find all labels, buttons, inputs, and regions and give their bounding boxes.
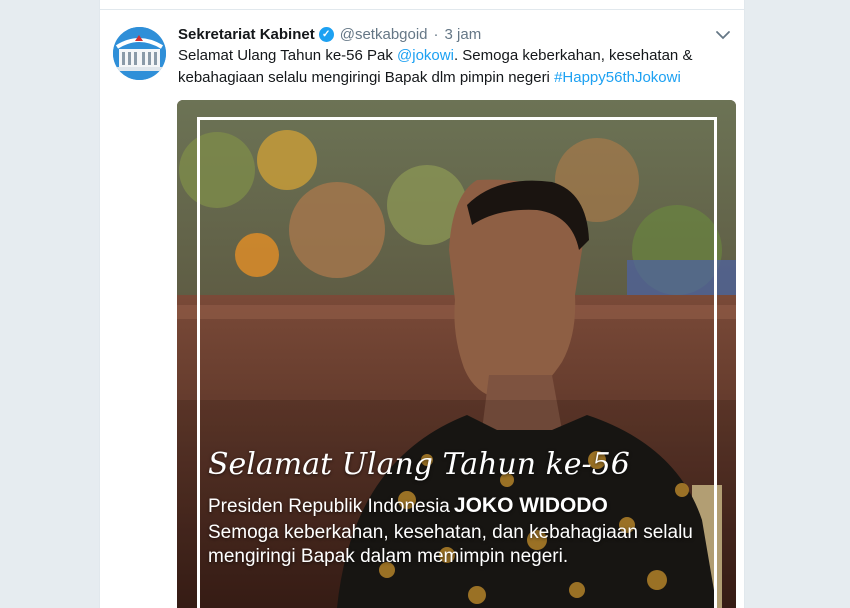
sekretariat-kabinet-logo-icon — [113, 27, 166, 80]
separator: · — [433, 25, 439, 43]
divider — [100, 9, 744, 10]
tweet-text: Selamat Ulang Tahun ke-56 Pak @jokowi. S… — [178, 45, 733, 89]
image-subtitle-text: Presiden Republik Indonesia — [208, 496, 450, 517]
chevron-down-icon — [716, 31, 730, 40]
author-handle[interactable]: @setkabgoid — [340, 26, 428, 43]
timestamp[interactable]: 3 jam — [445, 26, 482, 43]
hashtag-link[interactable]: #Happy56thJokowi — [554, 69, 681, 86]
image-title: Selamat Ulang Tahun ke-56 — [208, 447, 630, 482]
image-subtitle: Presiden Republik Indonesia JOKO WIDODO — [208, 494, 608, 518]
mention-link[interactable]: @jokowi — [397, 47, 454, 64]
tweet-header: Sekretariat Kabinet ✓ @setkabgoid · 3 ja… — [178, 23, 738, 45]
tweet-menu-button[interactable] — [712, 24, 734, 46]
tweet-text-start: Selamat Ulang Tahun ke-56 Pak — [178, 47, 398, 64]
image-name: JOKO WIDODO — [453, 494, 608, 517]
page-background-right — [745, 0, 850, 608]
verified-badge-icon: ✓ — [318, 26, 334, 42]
tweet-card[interactable]: Sekretariat Kabinet ✓ @setkabgoid · 3 ja… — [99, 0, 745, 608]
page-background-left — [0, 0, 99, 608]
avatar[interactable] — [113, 27, 166, 80]
tweet-image[interactable]: Selamat Ulang Tahun ke-56 Presiden Repub… — [177, 100, 736, 608]
image-message: Semoga keberkahan, kesehatan, dan kebaha… — [208, 522, 693, 567]
author-name[interactable]: Sekretariat Kabinet — [178, 26, 315, 43]
